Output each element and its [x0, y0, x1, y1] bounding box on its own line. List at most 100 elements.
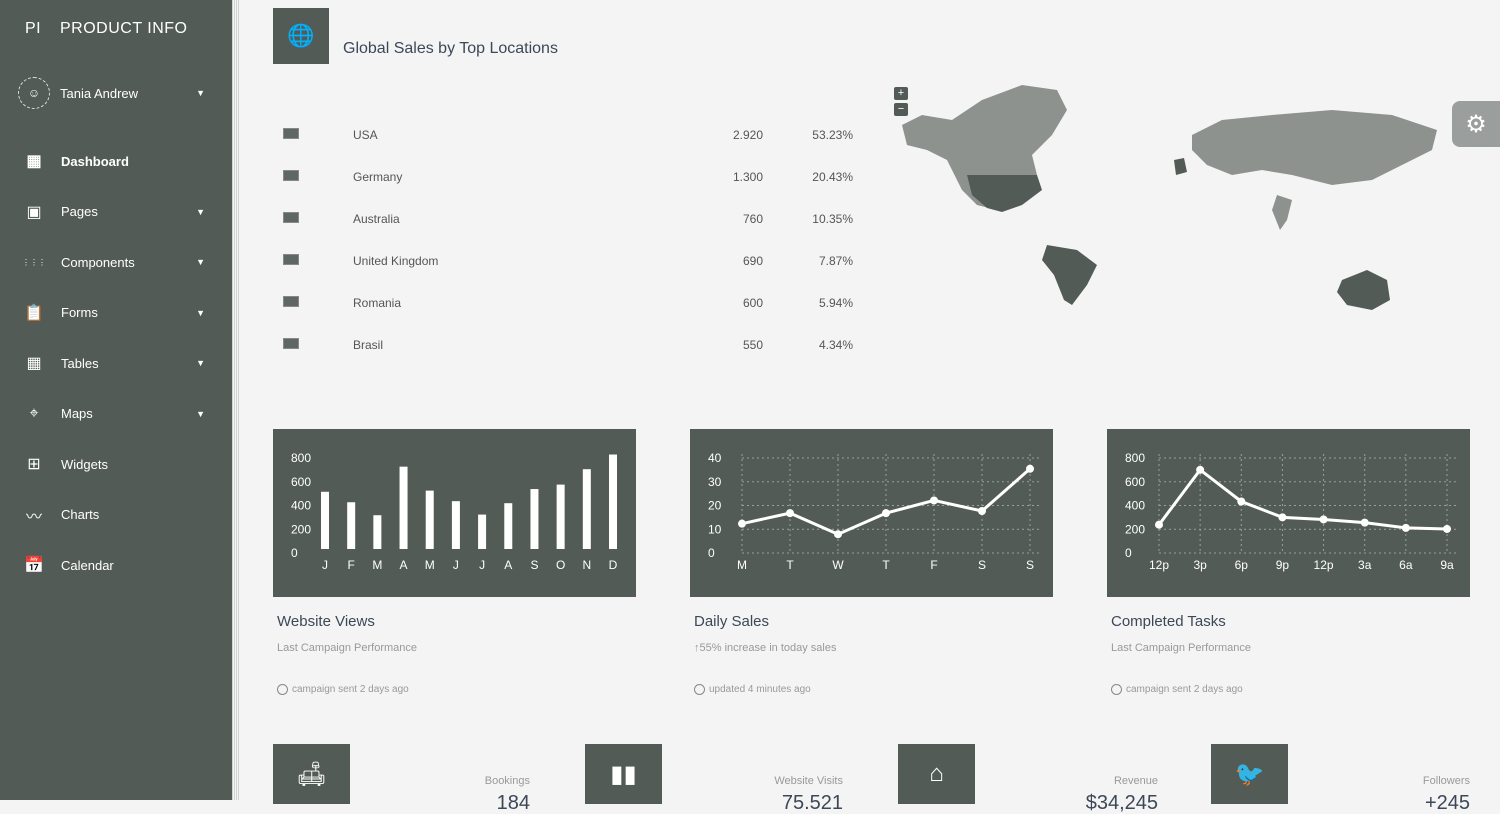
- y-tick-label: 40: [708, 451, 722, 465]
- data-point: [1278, 513, 1287, 522]
- clock-icon: [1111, 684, 1122, 695]
- sidebar-item-pages[interactable]: ▣ Pages ▼: [0, 187, 232, 238]
- map-region-eurasia: [1192, 110, 1437, 185]
- sidebar-item-tables[interactable]: ▦ Tables ▼: [0, 338, 232, 389]
- brand-mini-logo: PI: [25, 20, 42, 37]
- widgets-icon: ⊞: [27, 456, 41, 474]
- stat-value-bookings: 184: [496, 792, 530, 814]
- x-tick-label: 6p: [1235, 558, 1249, 572]
- country-name: Australia: [353, 212, 400, 226]
- bar: [425, 490, 434, 549]
- x-tick-label: J: [479, 558, 485, 572]
- map-region-india: [1272, 195, 1292, 230]
- y-tick-label: 0: [1125, 546, 1132, 560]
- card-footer: campaign sent 2 days ago: [277, 684, 636, 695]
- x-tick-label: M: [737, 558, 747, 572]
- sidebar-item-label: Pages: [61, 204, 98, 220]
- caret-down-icon: ▼: [196, 307, 205, 318]
- data-point: [786, 509, 794, 518]
- stat-value-visits: 75.521: [781, 792, 843, 814]
- flag-icon: [283, 296, 299, 307]
- completed-tasks-svg: 800 600 400 200 0 12p 3p 6p 9p 12p 3a 6a 9a: [1125, 451, 1457, 572]
- brand[interactable]: PI PRODUCT INFO: [0, 0, 232, 58]
- avatar: ☺: [18, 77, 50, 109]
- data-point: [1443, 524, 1451, 533]
- sales-percent: 4.34%: [818, 338, 853, 352]
- x-tick-label: 12p: [1149, 558, 1169, 572]
- sidebar-item-label: Components: [61, 254, 135, 270]
- store-icon: ⌂: [898, 744, 975, 804]
- bar: [530, 489, 539, 549]
- stat-label-visits: Website Visits: [774, 775, 843, 787]
- bar: [321, 491, 329, 549]
- main-content: 🌐 Global Sales by Top Locations USA 2.920…: [240, 0, 1500, 813]
- sidebar: PI PRODUCT INFO ☺ Tania Andrew ▼ ▦ Dashbo…: [0, 0, 232, 800]
- table-row: Brasil 550 4.34%: [273, 324, 873, 366]
- bar: [556, 484, 565, 549]
- bar: [609, 454, 617, 549]
- sidebar-item-calendar[interactable]: 📅 Calendar: [0, 540, 232, 591]
- clipboard-icon: 📋: [24, 304, 44, 322]
- sidebar-item-dashboard[interactable]: ▦ Dashboard: [0, 136, 232, 187]
- x-tick-label: S: [530, 558, 538, 572]
- sales-percent: 7.87%: [818, 254, 853, 268]
- daily-sales-chart: 40 30 20 10 0 M T W T F S S: [690, 429, 1053, 597]
- x-tick-label: S: [1026, 558, 1034, 572]
- x-tick-label: 9p: [1276, 558, 1290, 572]
- sidebar-item-forms[interactable]: 📋 Forms ▼: [0, 288, 232, 339]
- sales-percent: 5.94%: [818, 296, 853, 310]
- x-tick-label: M: [372, 558, 382, 572]
- sidebar-item-components[interactable]: ⋮⋮⋮ Components ▼: [0, 237, 232, 288]
- stat-value-followers: +245: [1424, 792, 1470, 814]
- sidebar-item-charts[interactable]: 〰 Charts: [0, 490, 232, 541]
- y-tick-label: 600: [1125, 475, 1145, 489]
- dashboard-icon: ▦: [26, 153, 42, 171]
- sidebar-item-maps[interactable]: ⌖ Maps ▼: [0, 389, 232, 440]
- card-footer: campaign sent 2 days ago: [1111, 684, 1470, 695]
- x-tick-label: M: [425, 558, 435, 572]
- y-tick-label: 20: [708, 499, 722, 513]
- sales-value: 690: [742, 254, 763, 268]
- sales-percent: 10.35%: [812, 212, 853, 226]
- caret-down-icon: ▼: [196, 206, 205, 217]
- sidebar-edge: [232, 0, 240, 800]
- map-region-germany: [1174, 158, 1187, 175]
- bar: [451, 501, 460, 549]
- x-tick-label: 9a: [1440, 558, 1454, 572]
- flag-icon: [283, 254, 299, 265]
- twitter-icon: 🐦: [1211, 744, 1288, 804]
- world-map[interactable]: [892, 80, 1452, 340]
- y-tick-label: 30: [708, 475, 722, 489]
- sidebar-item-label: Charts: [61, 507, 100, 523]
- sidebar-item-widgets[interactable]: ⊞ Widgets: [0, 439, 232, 490]
- sidebar-item-label: Widgets: [61, 456, 108, 472]
- gear-icon[interactable]: ⚙: [1452, 101, 1500, 147]
- y-tick-label: 800: [1125, 451, 1145, 465]
- image-icon: ▣: [26, 203, 42, 221]
- completed-tasks-card: 800 600 400 200 0 12p 3p 6p 9p 12p 3a 6a 9a Complete…: [1107, 429, 1470, 695]
- y-tick-label: 200: [291, 522, 311, 536]
- x-tick-label: N: [582, 558, 591, 572]
- grid-table-icon: ▦: [26, 355, 42, 373]
- x-tick-label: D: [609, 558, 618, 572]
- sales-value: 2.920: [732, 128, 763, 142]
- sales-table: USA 2.920 53.23% Germany 1.300 20.43% Australi…: [273, 114, 873, 366]
- data-point: [1237, 497, 1246, 506]
- country-name: Romania: [353, 296, 402, 310]
- stat-label-bookings: Bookings: [484, 775, 530, 787]
- data-point: [1196, 465, 1205, 474]
- daily-sales-svg: 40 30 20 10 0 M T W T F S S: [708, 451, 1040, 572]
- x-tick-label: J: [322, 558, 328, 572]
- series-line: [1157, 467, 1448, 531]
- website-views-svg: 800 600 400 200 0 J F M A M J J A S O N D: [291, 451, 618, 572]
- country-name: Germany: [353, 170, 403, 184]
- sofa-icon: 🛋: [273, 744, 350, 804]
- y-tick-label: 600: [291, 475, 311, 489]
- country-name: USA: [353, 128, 378, 142]
- flag-icon: [283, 338, 299, 349]
- timeline-icon: 〰: [25, 508, 42, 526]
- caret-down-icon: ▼: [196, 408, 205, 419]
- daily-sales-card: 40 30 20 10 0 M T W T F S S Daily Sales ↑55% increa…: [690, 429, 1053, 695]
- x-tick-label: 6a: [1399, 558, 1413, 572]
- user-profile[interactable]: ☺ Tania Andrew ▼: [0, 58, 232, 128]
